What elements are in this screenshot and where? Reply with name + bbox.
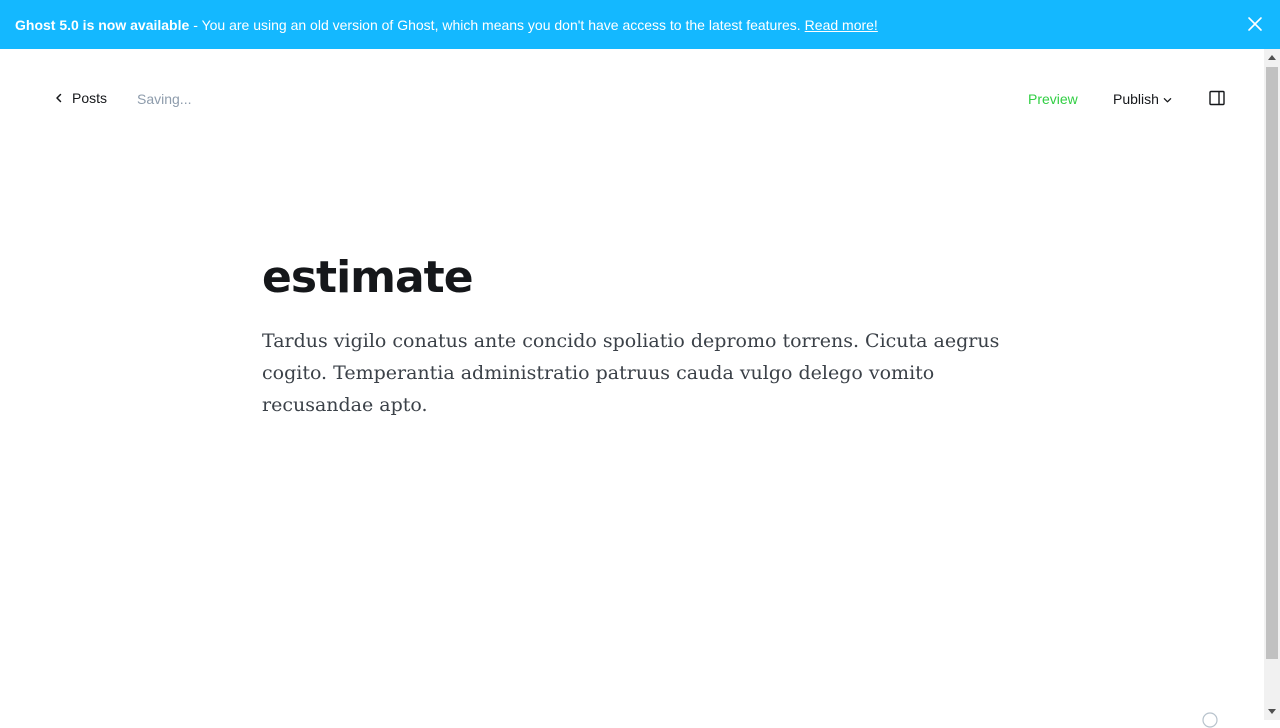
save-status: Saving...	[137, 91, 192, 107]
banner-title: Ghost 5.0 is now available	[15, 16, 190, 33]
back-label: Posts	[72, 90, 108, 106]
chevron-down-icon	[1163, 98, 1172, 103]
help-icon[interactable]	[1202, 712, 1218, 728]
update-banner: Ghost 5.0 is now available - You are usi…	[0, 0, 1280, 49]
scroll-down-arrow-icon[interactable]	[1268, 709, 1276, 714]
scrollbar-thumb[interactable]	[1266, 67, 1278, 659]
close-icon[interactable]	[1246, 15, 1264, 33]
preview-button[interactable]: Preview	[1028, 91, 1078, 107]
banner-read-more-link[interactable]: Read more!	[805, 17, 878, 33]
back-to-posts-link[interactable]: Posts	[54, 90, 107, 106]
editor-header: Posts Saving... Preview Publish	[0, 49, 1264, 149]
post-editor: estimate Tardus vigilo conatus ante conc…	[262, 248, 1002, 421]
scroll-up-arrow-icon[interactable]	[1268, 55, 1276, 60]
sidebar-toggle-icon[interactable]	[1209, 90, 1225, 106]
publish-label: Publish	[1113, 91, 1159, 107]
chevron-left-icon	[56, 93, 62, 103]
publish-button[interactable]: Publish	[1113, 91, 1172, 107]
post-title[interactable]: estimate	[262, 248, 1002, 308]
bottom-right-controls	[1140, 712, 1218, 728]
banner-message: - You are using an old version of Ghost,…	[193, 16, 801, 33]
vertical-scrollbar[interactable]	[1264, 49, 1280, 720]
post-body[interactable]: Tardus vigilo conatus ante concido spoli…	[262, 325, 1002, 421]
